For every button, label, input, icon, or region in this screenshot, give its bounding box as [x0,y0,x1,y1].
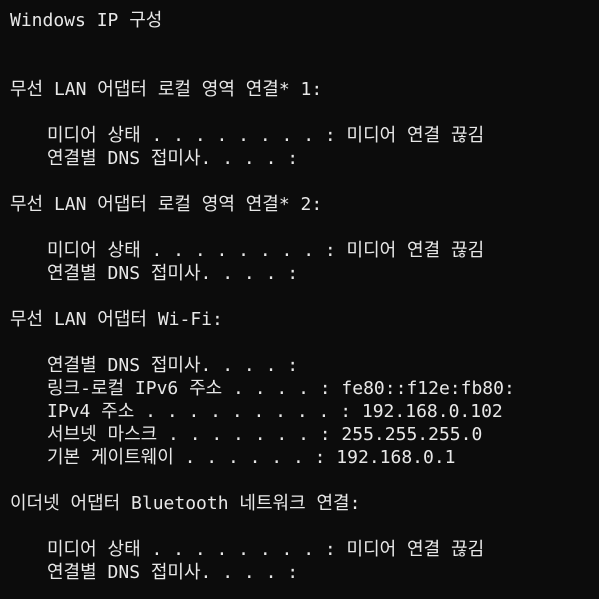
terminal-output[interactable]: Windows IP 구성 무선 LAN 어댑터 로컬 영역 연결* 1: 미디… [10,9,599,599]
adapter-header-wifi: 무선 LAN 어댑터 Wi-Fi: [10,309,223,330]
adapter-row: 미디어 상태 . . . . . . . . : 미디어 연결 끊김 [47,125,485,146]
adapter-header-bluetooth: 이더넷 어댑터 Bluetooth 네트워크 연결: [10,493,361,514]
adapter-row: 링크-로컬 IPv6 주소 . . . . : fe80::f12e:fb80: [47,378,515,399]
adapter-row: 연결별 DNS 접미사. . . . : [47,355,299,376]
adapter-row: 기본 게이트웨이 . . . . . . : 192.168.0.1 [47,447,456,468]
adapter-row: 연결별 DNS 접미사. . . . : [47,263,299,284]
adapter-header-local-2: 무선 LAN 어댑터 로컬 영역 연결* 2: [10,194,323,215]
adapter-header-local-1: 무선 LAN 어댑터 로컬 영역 연결* 1: [10,79,323,100]
adapter-row: 미디어 상태 . . . . . . . . : 미디어 연결 끊김 [47,539,485,560]
adapter-row: 미디어 상태 . . . . . . . . : 미디어 연결 끊김 [47,240,485,261]
adapter-row: IPv4 주소 . . . . . . . . . : 192.168.0.10… [47,401,503,422]
adapter-row: 서브넷 마스크 . . . . . . . : 255.255.255.0 [47,424,483,445]
adapter-row: 연결별 DNS 접미사. . . . : [47,562,299,583]
ipconfig-title: Windows IP 구성 [10,10,163,31]
adapter-row: 연결별 DNS 접미사. . . . : [47,148,299,169]
